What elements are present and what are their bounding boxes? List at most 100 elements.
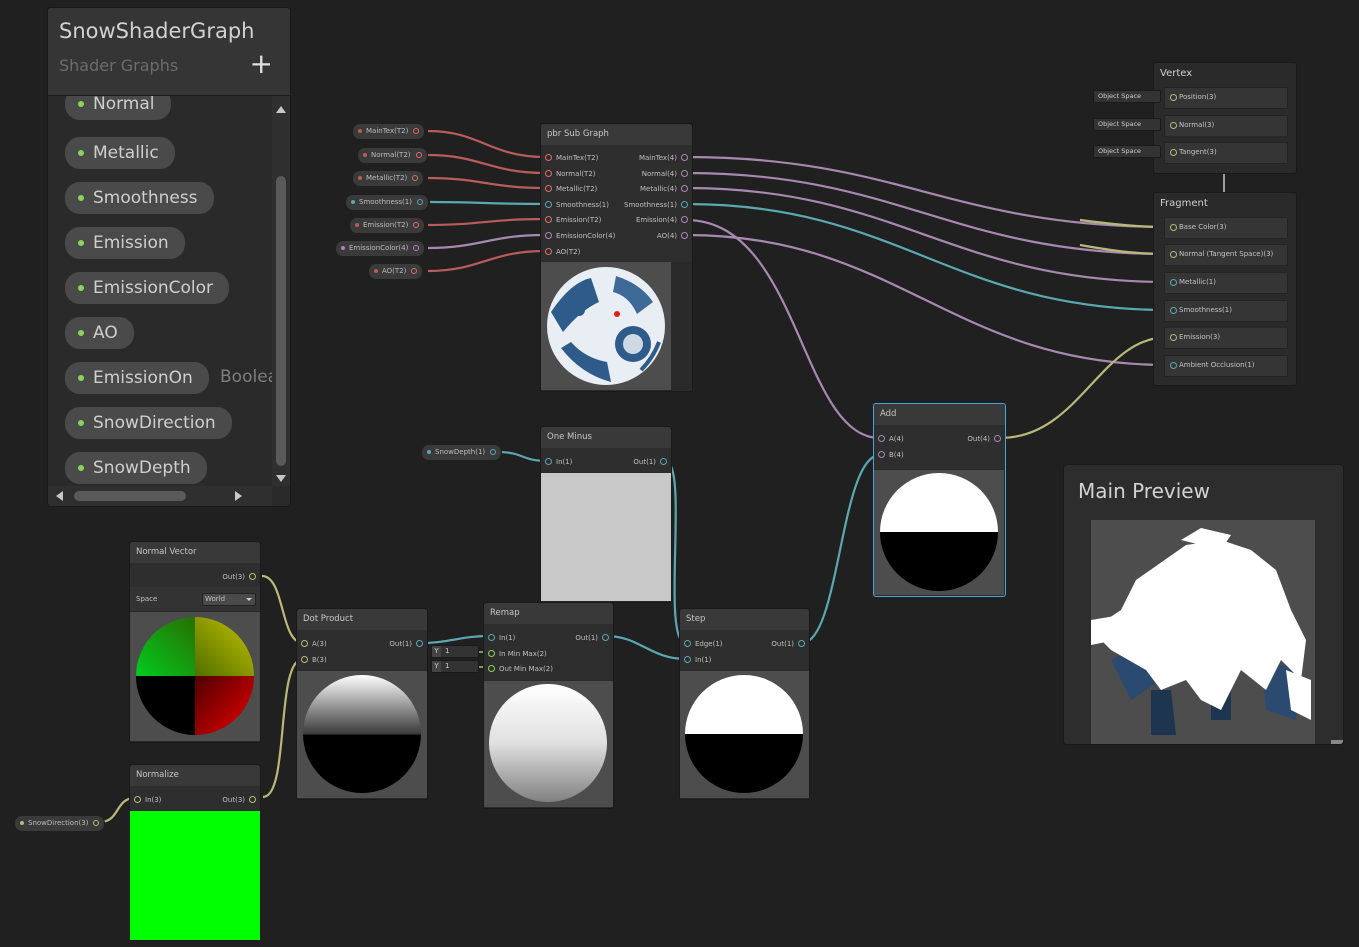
port-in[interactable]: In(1)	[545, 457, 572, 467]
vertical-scroll-thumb[interactable]	[276, 176, 286, 466]
port-in-min-max[interactable]: In Min Max(2)	[488, 649, 547, 659]
port-dot-icon[interactable]	[93, 820, 100, 826]
port-in-emission[interactable]: Emission(T2)	[545, 215, 601, 225]
port-dot-icon[interactable]	[411, 268, 418, 274]
property-emissioncolor[interactable]: EmissionColor	[64, 271, 231, 305]
property-node-normal[interactable]: Normal(T2)	[357, 147, 428, 164]
one-minus-node[interactable]: One Minus In(1) Out(1)	[540, 426, 672, 603]
property-node-metallic[interactable]: Metallic(T2)	[352, 170, 425, 187]
pbr-subgraph-node[interactable]: pbr Sub Graph MainTex(T2) Normal(T2) Met…	[540, 123, 693, 392]
main-preview-panel[interactable]: Main Preview	[1063, 464, 1344, 745]
port-dot-icon	[1170, 149, 1177, 156]
property-normal[interactable]: Normal	[64, 96, 172, 121]
remap-node[interactable]: Remap In(1) In Min Max(2) Out Min Max(2)…	[483, 602, 614, 809]
vertex-port-tangent[interactable]: Tangent(3)	[1164, 142, 1288, 164]
property-ao[interactable]: AO	[64, 316, 135, 350]
port-out[interactable]: Out(1)	[771, 639, 805, 649]
in-min-max-slot[interactable]: Y1	[431, 645, 479, 658]
port-dot-icon	[681, 185, 688, 192]
port-in-b[interactable]: B(4)	[878, 450, 904, 460]
property-snowdirection[interactable]: SnowDirection	[64, 406, 233, 440]
scroll-up-icon[interactable]	[276, 106, 286, 113]
fragment-port-smoothness[interactable]: Smoothness(1)	[1164, 300, 1288, 322]
property-node-snowdirection[interactable]: SnowDirection(3)	[14, 815, 106, 832]
object-space-slot[interactable]: Object Space	[1093, 118, 1161, 131]
port-dot-icon	[878, 435, 885, 442]
resize-handle-icon[interactable]	[1331, 740, 1343, 744]
port-out[interactable]: Out(3)	[222, 795, 256, 805]
property-metallic[interactable]: Metallic	[64, 136, 176, 170]
port-out[interactable]: Out(1)	[633, 457, 667, 467]
property-snowdepth[interactable]: SnowDepth	[64, 451, 208, 485]
port-in-a[interactable]: A(3)	[301, 639, 327, 649]
port-out-normal[interactable]: Normal(4)	[642, 169, 688, 179]
port-in-emissioncolor[interactable]: EmissionColor(4)	[545, 231, 615, 241]
port-in[interactable]: In(1)	[684, 655, 711, 665]
port-in-smoothness[interactable]: Smoothness(1)	[545, 200, 609, 210]
port-in[interactable]: In(3)	[134, 795, 161, 805]
node-title: Vertex	[1160, 68, 1193, 79]
property-emissionon[interactable]: EmissionOn	[64, 361, 210, 395]
vertical-scrollbar[interactable]	[272, 96, 290, 486]
fragment-port-basecolor[interactable]: Base Color(3)	[1164, 217, 1288, 239]
space-dropdown[interactable]: World	[202, 593, 256, 606]
property-node-emissioncolor[interactable]: EmissionColor(4)	[335, 240, 426, 257]
property-node-emission[interactable]: Emission(T2)	[349, 217, 426, 234]
port-in-ao[interactable]: AO(T2)	[545, 247, 580, 257]
fragment-port-emission[interactable]: Emission(3)	[1164, 327, 1288, 349]
horizontal-scrollbar[interactable]	[48, 486, 272, 506]
scroll-down-icon[interactable]	[276, 475, 286, 482]
property-smoothness[interactable]: Smoothness	[64, 181, 215, 215]
property-emission[interactable]: Emission	[64, 226, 186, 260]
port-out[interactable]: Out(1)	[389, 639, 423, 649]
port-dot-icon[interactable]	[412, 175, 419, 181]
port-dot-icon[interactable]	[490, 449, 497, 455]
property-node-maintex[interactable]: MainTex(T2)	[352, 123, 426, 140]
port-dot-icon[interactable]	[415, 152, 422, 158]
port-out-maintex[interactable]: MainTex(4)	[639, 153, 688, 163]
dot-product-node[interactable]: Dot Product A(3) B(3) Out(1)	[296, 608, 428, 800]
port-out[interactable]: Out(1)	[575, 633, 609, 643]
add-node[interactable]: Add A(4) B(4) Out(4)	[873, 403, 1006, 597]
port-dot-icon[interactable]	[413, 245, 420, 251]
normal-vector-node[interactable]: Normal Vector Out(3) Space World	[129, 541, 261, 743]
property-node-snowdepth[interactable]: SnowDepth(1)	[421, 444, 503, 461]
port-dot-icon[interactable]	[413, 222, 420, 228]
fragment-port-metallic[interactable]: Metallic(1)	[1164, 272, 1288, 294]
object-space-slot[interactable]: Object Space	[1093, 145, 1161, 158]
horizontal-scroll-thumb[interactable]	[74, 491, 186, 501]
normal-sphere-preview	[136, 617, 254, 735]
port-out[interactable]: Out(4)	[967, 434, 1001, 444]
port-in-metallic[interactable]: Metallic(T2)	[545, 184, 597, 194]
fragment-port-normal[interactable]: Normal (Tangent Space)(3)	[1164, 244, 1288, 266]
port-out-smoothness[interactable]: Smoothness(1)	[624, 200, 688, 210]
port-in-b[interactable]: B(3)	[301, 655, 327, 665]
scroll-left-icon[interactable]	[56, 491, 63, 501]
property-node-smoothness[interactable]: Smoothness(1)	[345, 194, 429, 211]
scroll-right-icon[interactable]	[235, 491, 242, 501]
property-node-ao[interactable]: AO(T2)	[368, 263, 424, 280]
port-in-a[interactable]: A(4)	[878, 434, 904, 444]
port-dot-icon[interactable]	[416, 199, 423, 205]
main-preview-render[interactable]	[1091, 520, 1315, 744]
fragment-master-node[interactable]: Fragment Base Color(3) Normal (Tangent S…	[1153, 192, 1297, 386]
fragment-port-ao[interactable]: Ambient Occlusion(1)	[1164, 355, 1288, 377]
port-out-metallic[interactable]: Metallic(4)	[640, 184, 688, 194]
port-in-maintex[interactable]: MainTex(T2)	[545, 153, 598, 163]
port-out-min-max[interactable]: Out Min Max(2)	[488, 664, 553, 674]
vertex-port-position[interactable]: Position(3)	[1164, 87, 1288, 109]
object-space-slot[interactable]: Object Space	[1093, 90, 1161, 103]
vertex-master-node[interactable]: Vertex Position(3) Normal(3) Tangent(3)	[1153, 62, 1297, 174]
vertex-port-normal[interactable]: Normal(3)	[1164, 115, 1288, 137]
port-out-ao[interactable]: AO(4)	[657, 231, 688, 241]
out-min-max-slot[interactable]: Y1	[431, 660, 479, 673]
step-node[interactable]: Step Edge(1) In(1) Out(1)	[679, 608, 810, 800]
add-property-icon[interactable]: +	[250, 50, 273, 78]
port-out[interactable]: Out(3)	[222, 572, 256, 582]
port-dot-icon[interactable]	[413, 128, 420, 134]
normalize-node[interactable]: Normalize In(3) Out(3)	[129, 764, 261, 941]
port-in-edge[interactable]: Edge(1)	[684, 639, 723, 649]
port-out-emission[interactable]: Emission(4)	[636, 215, 688, 225]
port-in[interactable]: In(1)	[488, 633, 515, 643]
port-in-normal[interactable]: Normal(T2)	[545, 169, 596, 179]
